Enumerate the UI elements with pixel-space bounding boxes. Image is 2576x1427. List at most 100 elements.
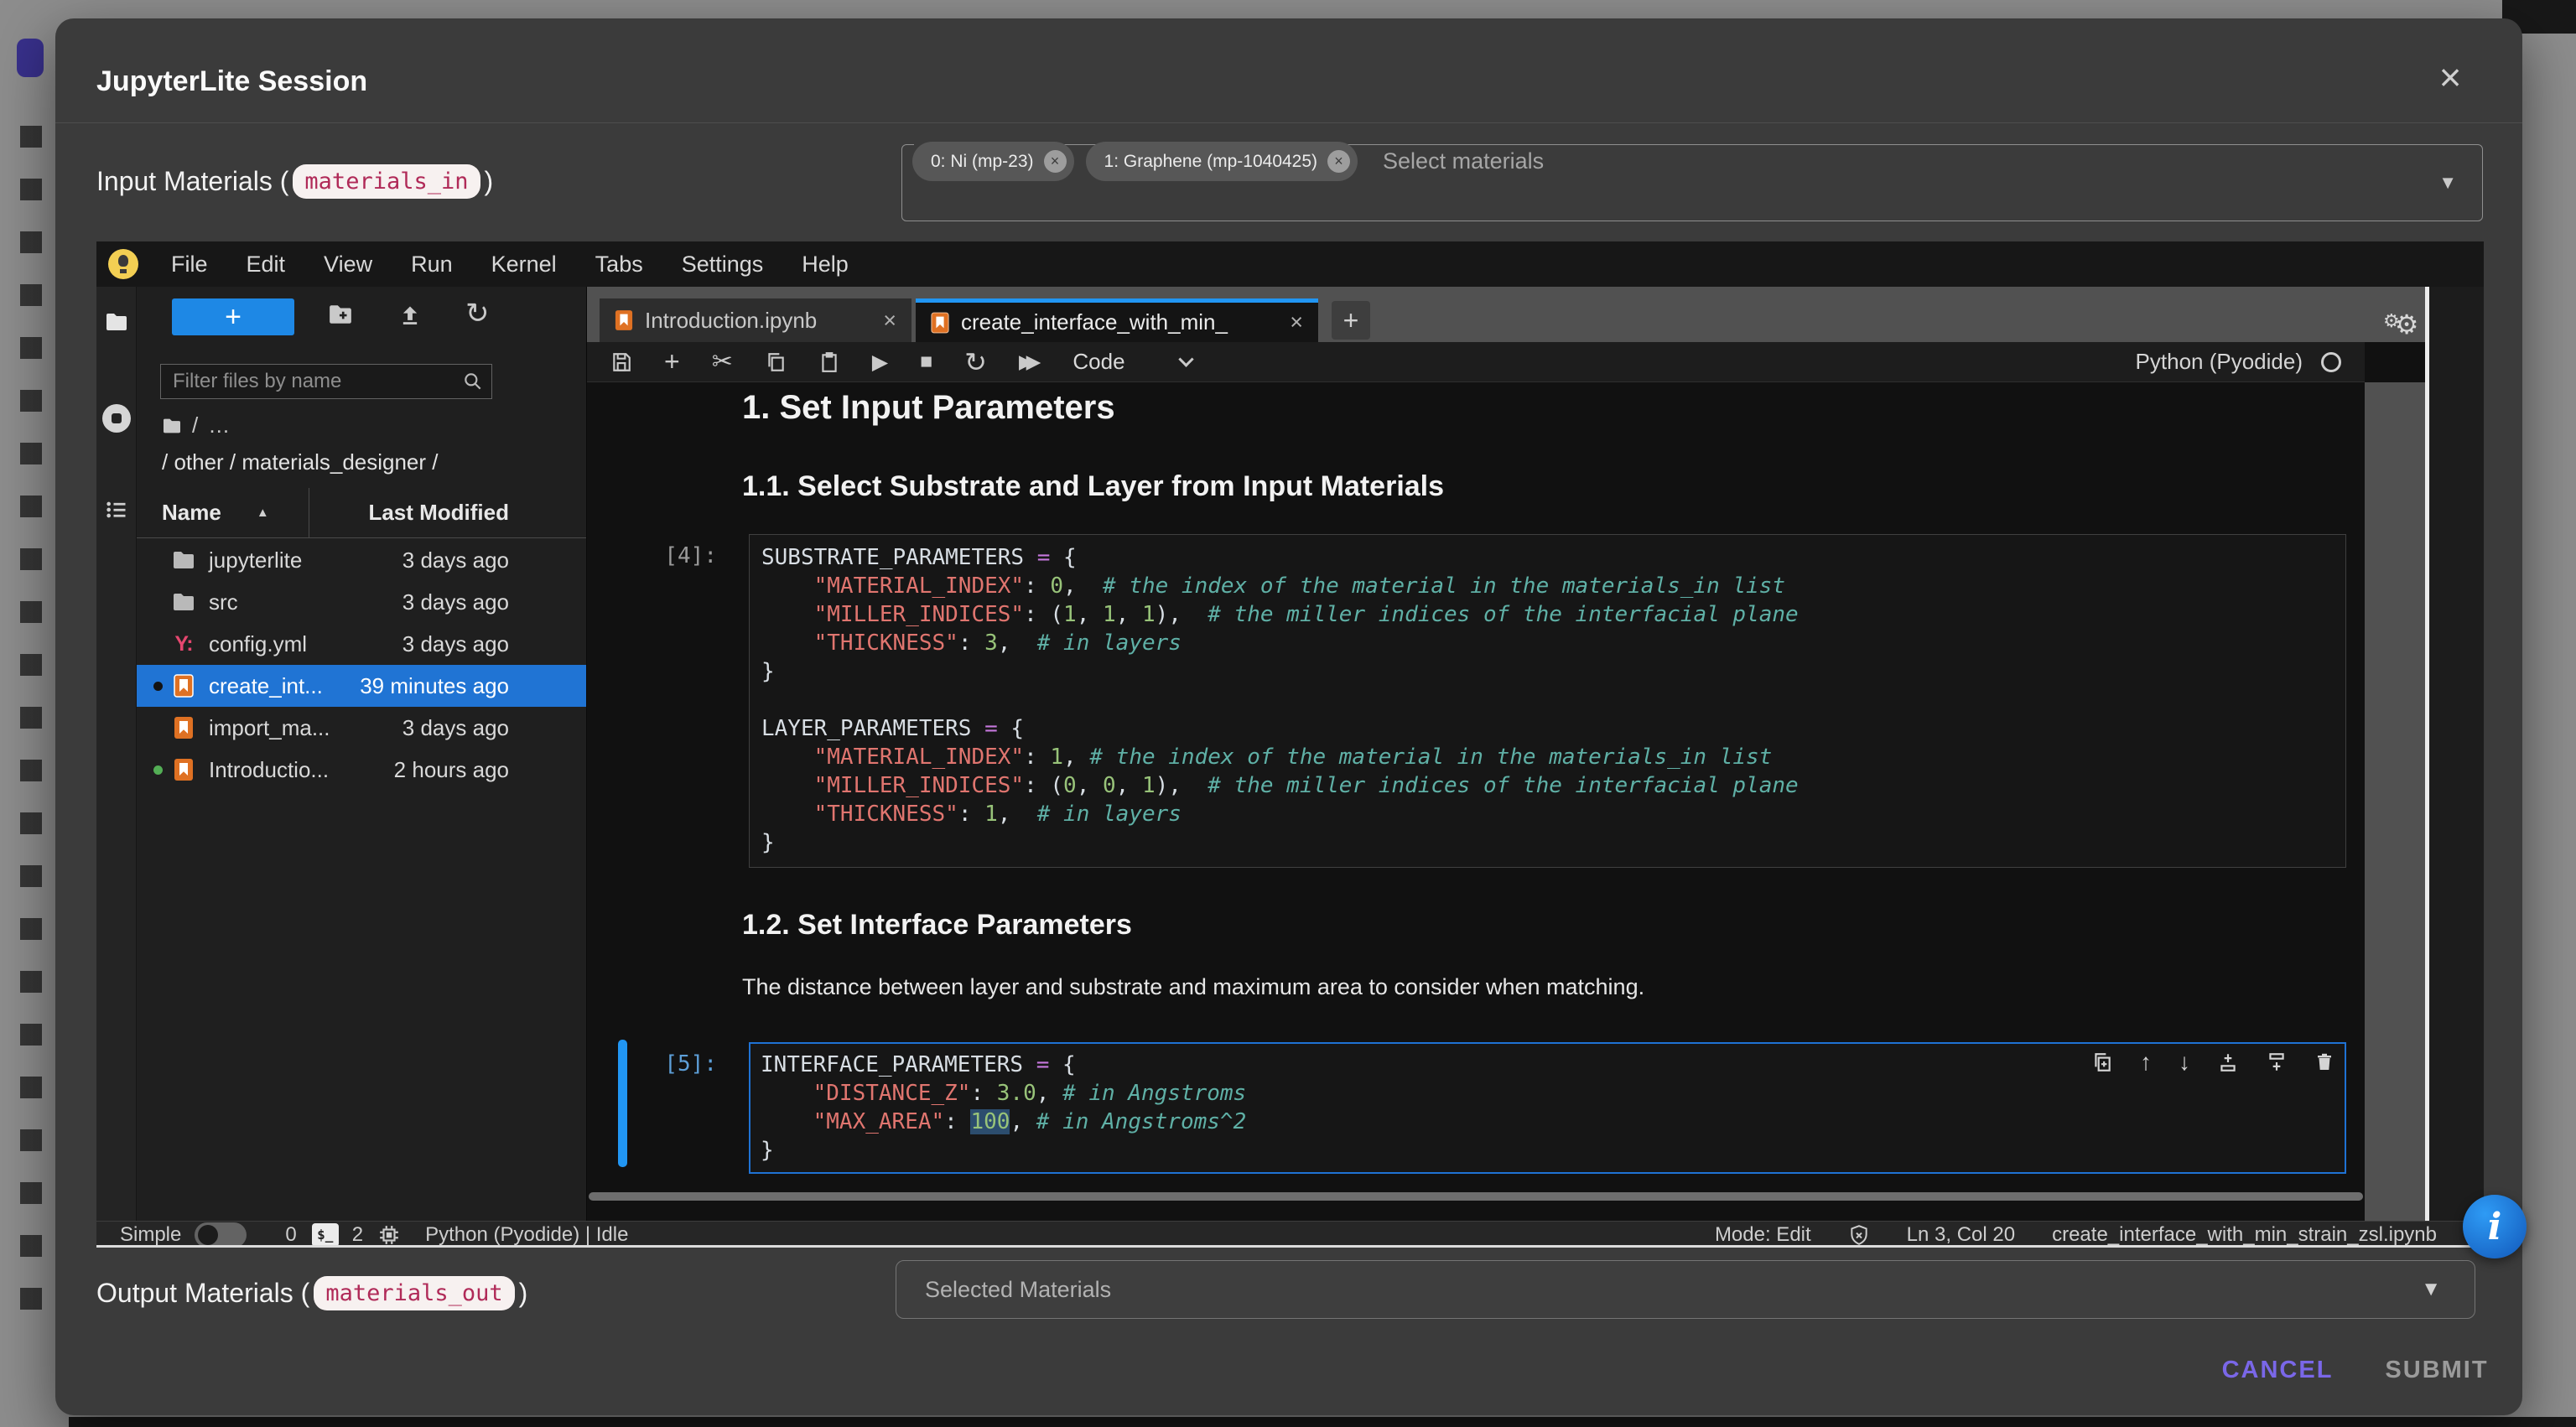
refresh-icon[interactable]: ↻	[465, 297, 490, 330]
modal-title: JupyterLite Session	[96, 65, 367, 98]
jupyterlite-session-modal: JupyterLite Session × Input Materials ( …	[55, 18, 2522, 1415]
add-tab-button[interactable]: +	[1332, 301, 1370, 340]
cell-type-dropdown-icon[interactable]	[1178, 351, 1193, 366]
property-inspector-gears-icon[interactable]: ⚙⚙	[2383, 302, 2423, 334]
column-last-modified[interactable]: Last Modified	[309, 488, 586, 538]
file-row-create-interface[interactable]: create_int... 39 minutes ago	[137, 665, 586, 707]
breadcrumb: / …	[162, 413, 230, 438]
submit-button[interactable]: SUBMIT	[2370, 1348, 2504, 1392]
new-folder-icon[interactable]	[328, 304, 353, 330]
materials-out-code-pill: materials_out	[314, 1276, 514, 1310]
upload-icon[interactable]	[398, 304, 422, 331]
move-cell-up-icon[interactable]: ↑	[2140, 1049, 2152, 1076]
output-materials-prefix: Output Materials (	[96, 1278, 309, 1309]
insert-cell-icon[interactable]: +	[664, 346, 680, 377]
mode-indicator[interactable]: Mode: Edit	[1715, 1223, 1811, 1247]
menu-view[interactable]: View	[304, 252, 392, 278]
select-materials-placeholder[interactable]: Select materials	[1383, 148, 1544, 174]
chip-remove-icon[interactable]: ×	[1327, 150, 1350, 173]
menu-run[interactable]: Run	[392, 252, 472, 278]
insert-cell-below-icon[interactable]	[2266, 1051, 2288, 1073]
screen: JupyterLite Session × Input Materials ( …	[0, 0, 2576, 1427]
code-cell-4[interactable]: SUBSTRATE_PARAMETERS = { "MATERIAL_INDEX…	[749, 534, 2346, 868]
simple-mode-toggle[interactable]	[195, 1222, 247, 1248]
dropdown-arrow-icon[interactable]: ▼	[2438, 172, 2457, 194]
column-name[interactable]: Name ▲	[137, 500, 309, 526]
menu-file[interactable]: File	[152, 252, 227, 278]
file-row-import-material[interactable]: import_ma... 3 days ago	[137, 707, 586, 749]
menu-kernel[interactable]: Kernel	[472, 252, 576, 278]
move-cell-down-icon[interactable]: ↓	[2179, 1049, 2190, 1076]
notebook-content: 1. Set Input Parameters 1.1. Select Subs…	[587, 382, 2365, 1221]
tab-bar: Introduction.ipynb × create_interface_wi…	[587, 287, 2484, 342]
file-row-src[interactable]: src 3 days ago	[137, 581, 586, 623]
tab-introduction[interactable]: Introduction.ipynb ×	[600, 298, 911, 342]
duplicate-cell-icon[interactable]	[2091, 1051, 2113, 1073]
file-row-jupyterlite[interactable]: jupyterlite 3 days ago	[137, 539, 586, 581]
kernels-count: 2	[352, 1223, 363, 1247]
notebook-toolbar: + ✂ ▶ ■ ↻ ▶▶ Code	[587, 342, 2365, 382]
kernel-status-text[interactable]: Python (Pyodide) | Idle	[425, 1223, 628, 1247]
notebook-heading-1-1: 1.1. Select Substrate and Layer from Inp…	[742, 470, 1444, 503]
close-icon[interactable]: ×	[2425, 52, 2475, 102]
horizontal-scrollbar[interactable]	[589, 1192, 2363, 1201]
terminals-count: 0	[285, 1223, 296, 1247]
background-app-icons	[20, 126, 42, 1333]
search-icon	[462, 371, 484, 397]
status-filename: create_interface_with_min_strain_zsl.ipy…	[2052, 1223, 2437, 1247]
breadcrumb-ellipsis[interactable]: …	[208, 413, 230, 438]
breadcrumb-path[interactable]: / other / materials_designer /	[162, 449, 439, 475]
tab-close-icon[interactable]: ×	[1290, 309, 1303, 335]
menu-settings[interactable]: Settings	[662, 252, 783, 278]
kernel-indicator[interactable]: Python (Pyodide)	[2136, 349, 2341, 375]
home-folder-icon[interactable]	[162, 418, 182, 434]
file-row-config[interactable]: Y: config.yml 3 days ago	[137, 623, 586, 665]
cell-type-select[interactable]: Code	[1072, 349, 1124, 375]
restart-run-all-icon[interactable]: ▶▶	[1019, 350, 1041, 373]
save-icon[interactable]	[610, 351, 632, 373]
notebook-file-icon	[931, 312, 949, 334]
file-filter	[160, 364, 492, 399]
new-launcher-button[interactable]: +	[172, 298, 294, 335]
copy-cells-icon[interactable]	[765, 351, 787, 373]
notebook-file-icon	[170, 674, 197, 698]
notebook-paragraph: The distance between layer and substrate…	[742, 974, 1644, 1000]
material-chip-graphene[interactable]: 1: Graphene (mp-1040425) ×	[1086, 142, 1358, 181]
file-browser-tab-icon[interactable]	[105, 312, 128, 336]
paste-cells-icon[interactable]	[818, 351, 840, 373]
modal-divider	[55, 122, 2522, 123]
info-button[interactable]: i	[2463, 1195, 2527, 1258]
file-filter-input[interactable]	[160, 364, 492, 399]
restart-kernel-icon[interactable]: ↻	[964, 346, 987, 378]
cursor-position[interactable]: Ln 3, Col 20	[1907, 1223, 2015, 1247]
breadcrumb-root[interactable]: /	[192, 413, 198, 438]
trust-shield-icon[interactable]	[1848, 1224, 1870, 1246]
table-of-contents-tab-icon[interactable]	[104, 498, 129, 526]
tab-create-interface[interactable]: create_interface_with_min_ ×	[916, 298, 1318, 342]
kernel-status-icon	[2321, 352, 2341, 372]
code-cell-5[interactable]: INTERFACE_PARAMETERS = { "DISTANCE_Z": 3…	[749, 1042, 2346, 1174]
file-browser: + ↻ /	[137, 287, 587, 1221]
insert-cell-above-icon[interactable]	[2217, 1051, 2239, 1073]
notebook-file-icon	[170, 716, 197, 739]
file-row-introduction[interactable]: Introductio... 2 hours ago	[137, 749, 586, 791]
jupyterlab-panel: File Edit View Run Kernel Tabs Settings …	[96, 241, 2484, 1248]
chip-remove-icon[interactable]: ×	[1044, 150, 1067, 173]
stop-kernel-icon[interactable]: ■	[920, 350, 932, 374]
menu-edit[interactable]: Edit	[227, 252, 305, 278]
terminal-icon[interactable]: $_	[312, 1223, 339, 1247]
run-cell-icon[interactable]: ▶	[872, 350, 888, 375]
running-kernels-tab-icon[interactable]	[102, 404, 131, 433]
selected-materials-combobox[interactable]: 0: Ni (mp-23) × 1: Graphene (mp-1040425)…	[901, 144, 2483, 221]
cut-cells-icon[interactable]: ✂	[712, 347, 733, 376]
tab-close-icon[interactable]: ×	[883, 308, 896, 334]
menu-tabs[interactable]: Tabs	[576, 252, 662, 278]
menu-help[interactable]: Help	[782, 252, 868, 278]
background-app-logo	[17, 39, 44, 77]
material-chip-ni[interactable]: 0: Ni (mp-23) ×	[912, 142, 1074, 181]
output-materials-select[interactable]: Selected Materials ▼	[896, 1260, 2475, 1319]
material-chips-row: 0: Ni (mp-23) × 1: Graphene (mp-1040425)…	[902, 142, 2482, 181]
kernel-chip-icon[interactable]	[378, 1224, 400, 1246]
cancel-button[interactable]: CANCEL	[2210, 1348, 2345, 1392]
delete-cell-icon[interactable]	[2314, 1051, 2334, 1073]
